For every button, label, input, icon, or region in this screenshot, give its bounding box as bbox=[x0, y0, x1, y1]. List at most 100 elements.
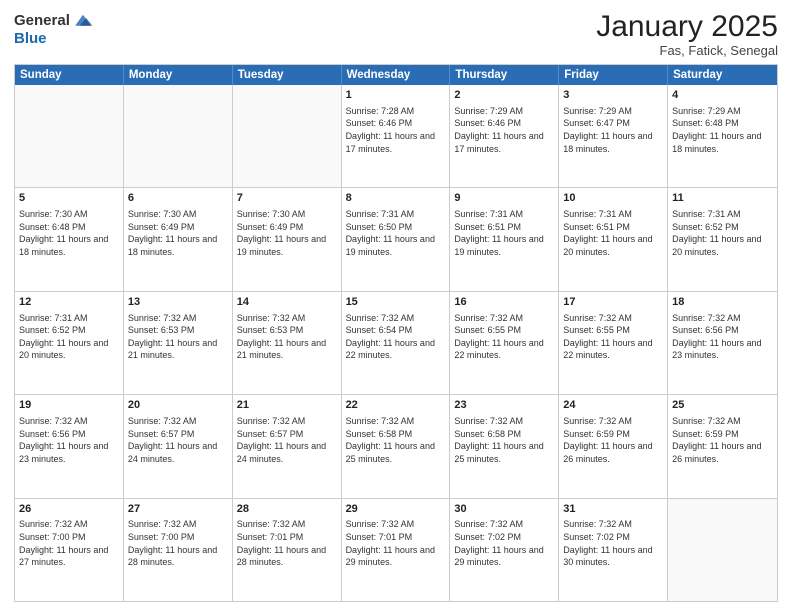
cell-text: Sunrise: 7:32 AM Sunset: 7:00 PM Dayligh… bbox=[128, 518, 228, 568]
cal-row-5: 26Sunrise: 7:32 AM Sunset: 7:00 PM Dayli… bbox=[15, 498, 777, 601]
cal-cell-18: 18Sunrise: 7:32 AM Sunset: 6:56 PM Dayli… bbox=[668, 292, 777, 394]
logo: General Blue bbox=[14, 10, 94, 48]
cell-text: Sunrise: 7:29 AM Sunset: 6:48 PM Dayligh… bbox=[672, 105, 773, 155]
cell-text: Sunrise: 7:32 AM Sunset: 6:57 PM Dayligh… bbox=[237, 415, 337, 465]
cal-cell-5: 5 Sunrise: 7:30 AM Sunset: 6:48 PM Daylig… bbox=[15, 188, 124, 290]
day-number: 14 bbox=[237, 295, 337, 310]
cal-cell-empty-0-1 bbox=[124, 85, 233, 187]
day-number: 12 bbox=[19, 295, 119, 310]
day-number: 15 bbox=[346, 295, 446, 310]
day-number: 2 bbox=[454, 88, 554, 103]
cell-text: Sunrise: 7:31 AM Sunset: 6:51 PM Dayligh… bbox=[563, 208, 663, 258]
cell-text: Sunrise: 7:32 AM Sunset: 6:53 PM Dayligh… bbox=[128, 312, 228, 362]
logo-blue-text: Blue bbox=[14, 30, 47, 48]
cal-cell-30: 30Sunrise: 7:32 AM Sunset: 7:02 PM Dayli… bbox=[450, 499, 559, 601]
title-block: January 2025 Fas, Fatick, Senegal bbox=[596, 10, 778, 58]
calendar-header: Sunday Monday Tuesday Wednesday Thursday… bbox=[15, 65, 777, 85]
cell-text: Sunrise: 7:32 AM Sunset: 7:00 PM Dayligh… bbox=[19, 518, 119, 568]
cell-text: Sunrise: 7:32 AM Sunset: 7:01 PM Dayligh… bbox=[237, 518, 337, 568]
cell-text: Sunrise: 7:28 AM Sunset: 6:46 PM Dayligh… bbox=[346, 105, 446, 155]
cell-text: Sunrise: 7:32 AM Sunset: 6:57 PM Dayligh… bbox=[128, 415, 228, 465]
cell-text: Sunrise: 7:31 AM Sunset: 6:51 PM Dayligh… bbox=[454, 208, 554, 258]
day-number: 6 bbox=[128, 191, 228, 206]
cell-text: Sunrise: 7:32 AM Sunset: 6:56 PM Dayligh… bbox=[672, 312, 773, 362]
cal-cell-22: 22 Sunrise: 7:32 AM Sunset: 6:58 PM Dayli… bbox=[342, 395, 451, 497]
cal-cell-20: 20 Sunrise: 7:32 AM Sunset: 6:57 PM Dayli… bbox=[124, 395, 233, 497]
day-number: 4 bbox=[672, 88, 773, 103]
header-friday: Friday bbox=[559, 65, 668, 85]
cal-cell-17: 17 Sunrise: 7:32 AM Sunset: 6:55 PM Dayli… bbox=[559, 292, 668, 394]
cell-text: Sunrise: 7:32 AM Sunset: 6:55 PM Dayligh… bbox=[454, 312, 554, 362]
cal-row-3: 12 Sunrise: 7:31 AM Sunset: 6:52 PM Dayli… bbox=[15, 291, 777, 394]
header-saturday: Saturday bbox=[668, 65, 777, 85]
cal-cell-10: 10 Sunrise: 7:31 AM Sunset: 6:51 PM Dayli… bbox=[559, 188, 668, 290]
cal-cell-empty-0-0 bbox=[15, 85, 124, 187]
day-number: 26 bbox=[19, 502, 119, 517]
day-number: 11 bbox=[672, 191, 773, 206]
cal-cell-28: 28Sunrise: 7:32 AM Sunset: 7:01 PM Dayli… bbox=[233, 499, 342, 601]
header: General Blue January 2025 Fas, Fatick, S… bbox=[14, 10, 778, 58]
cell-text: Sunrise: 7:32 AM Sunset: 6:54 PM Dayligh… bbox=[346, 312, 446, 362]
cell-text: Sunrise: 7:32 AM Sunset: 6:53 PM Dayligh… bbox=[237, 312, 337, 362]
cell-text: Sunrise: 7:31 AM Sunset: 6:50 PM Dayligh… bbox=[346, 208, 446, 258]
cal-cell-19: 19Sunrise: 7:32 AM Sunset: 6:56 PM Dayli… bbox=[15, 395, 124, 497]
cell-text: Sunrise: 7:32 AM Sunset: 6:55 PM Dayligh… bbox=[563, 312, 663, 362]
cell-text: Sunrise: 7:30 AM Sunset: 6:48 PM Dayligh… bbox=[19, 208, 119, 258]
day-number: 7 bbox=[237, 191, 337, 206]
cal-cell-15: 15 Sunrise: 7:32 AM Sunset: 6:54 PM Dayli… bbox=[342, 292, 451, 394]
cal-cell-6: 6 Sunrise: 7:30 AM Sunset: 6:49 PM Daylig… bbox=[124, 188, 233, 290]
cal-cell-12: 12 Sunrise: 7:31 AM Sunset: 6:52 PM Dayli… bbox=[15, 292, 124, 394]
cell-text: Sunrise: 7:31 AM Sunset: 6:52 PM Dayligh… bbox=[19, 312, 119, 362]
cal-cell-24: 24 Sunrise: 7:32 AM Sunset: 6:59 PM Dayli… bbox=[559, 395, 668, 497]
day-number: 23 bbox=[454, 398, 554, 413]
cal-cell-empty-0-2 bbox=[233, 85, 342, 187]
cell-text: Sunrise: 7:30 AM Sunset: 6:49 PM Dayligh… bbox=[128, 208, 228, 258]
calendar-body: 1 Sunrise: 7:28 AM Sunset: 6:46 PM Daylig… bbox=[15, 85, 777, 601]
day-number: 22 bbox=[346, 398, 446, 413]
logo-general-text: General bbox=[14, 12, 70, 30]
header-tuesday: Tuesday bbox=[233, 65, 342, 85]
cell-text: Sunrise: 7:29 AM Sunset: 6:46 PM Dayligh… bbox=[454, 105, 554, 155]
cell-text: Sunrise: 7:32 AM Sunset: 6:56 PM Dayligh… bbox=[19, 415, 119, 465]
day-number: 8 bbox=[346, 191, 446, 206]
day-number: 27 bbox=[128, 502, 228, 517]
day-number: 16 bbox=[454, 295, 554, 310]
day-number: 17 bbox=[563, 295, 663, 310]
cal-row-1: 1 Sunrise: 7:28 AM Sunset: 6:46 PM Daylig… bbox=[15, 85, 777, 187]
header-thursday: Thursday bbox=[450, 65, 559, 85]
cell-text: Sunrise: 7:29 AM Sunset: 6:47 PM Dayligh… bbox=[563, 105, 663, 155]
day-number: 1 bbox=[346, 88, 446, 103]
day-number: 30 bbox=[454, 502, 554, 517]
day-number: 10 bbox=[563, 191, 663, 206]
location: Fas, Fatick, Senegal bbox=[596, 43, 778, 58]
cal-cell-25: 25Sunrise: 7:32 AM Sunset: 6:59 PM Dayli… bbox=[668, 395, 777, 497]
cell-text: Sunrise: 7:32 AM Sunset: 6:58 PM Dayligh… bbox=[454, 415, 554, 465]
cal-cell-8: 8 Sunrise: 7:31 AM Sunset: 6:50 PM Daylig… bbox=[342, 188, 451, 290]
cal-cell-27: 27Sunrise: 7:32 AM Sunset: 7:00 PM Dayli… bbox=[124, 499, 233, 601]
cell-text: Sunrise: 7:32 AM Sunset: 6:59 PM Dayligh… bbox=[563, 415, 663, 465]
cal-cell-7: 7 Sunrise: 7:30 AM Sunset: 6:49 PM Daylig… bbox=[233, 188, 342, 290]
day-number: 29 bbox=[346, 502, 446, 517]
cal-cell-empty-4-6 bbox=[668, 499, 777, 601]
day-number: 28 bbox=[237, 502, 337, 517]
header-monday: Monday bbox=[124, 65, 233, 85]
cell-text: Sunrise: 7:32 AM Sunset: 6:59 PM Dayligh… bbox=[672, 415, 773, 465]
cell-text: Sunrise: 7:31 AM Sunset: 6:52 PM Dayligh… bbox=[672, 208, 773, 258]
day-number: 9 bbox=[454, 191, 554, 206]
cell-text: Sunrise: 7:32 AM Sunset: 6:58 PM Dayligh… bbox=[346, 415, 446, 465]
cal-cell-9: 9 Sunrise: 7:31 AM Sunset: 6:51 PM Daylig… bbox=[450, 188, 559, 290]
day-number: 3 bbox=[563, 88, 663, 103]
day-number: 5 bbox=[19, 191, 119, 206]
day-number: 31 bbox=[563, 502, 663, 517]
header-sunday: Sunday bbox=[15, 65, 124, 85]
cal-cell-14: 14 Sunrise: 7:32 AM Sunset: 6:53 PM Dayli… bbox=[233, 292, 342, 394]
cal-cell-4: 4 Sunrise: 7:29 AM Sunset: 6:48 PM Daylig… bbox=[668, 85, 777, 187]
cal-cell-13: 13Sunrise: 7:32 AM Sunset: 6:53 PM Dayli… bbox=[124, 292, 233, 394]
day-number: 20 bbox=[128, 398, 228, 413]
cal-cell-26: 26Sunrise: 7:32 AM Sunset: 7:00 PM Dayli… bbox=[15, 499, 124, 601]
month-title: January 2025 bbox=[596, 10, 778, 43]
cal-cell-3: 3 Sunrise: 7:29 AM Sunset: 6:47 PM Daylig… bbox=[559, 85, 668, 187]
cell-text: Sunrise: 7:30 AM Sunset: 6:49 PM Dayligh… bbox=[237, 208, 337, 258]
cal-cell-16: 16 Sunrise: 7:32 AM Sunset: 6:55 PM Dayli… bbox=[450, 292, 559, 394]
day-number: 24 bbox=[563, 398, 663, 413]
